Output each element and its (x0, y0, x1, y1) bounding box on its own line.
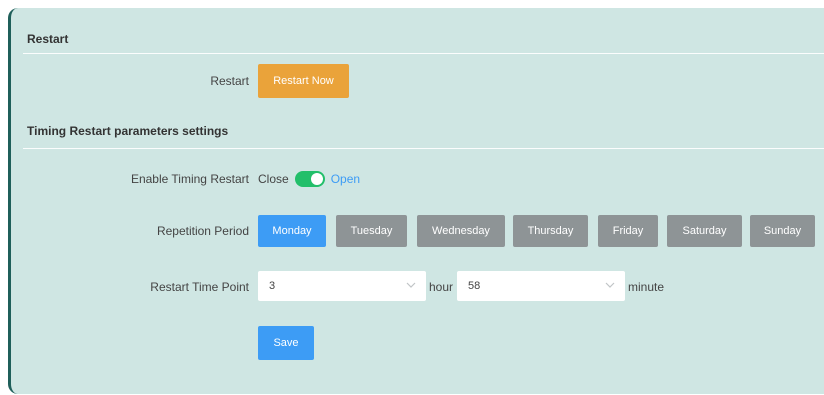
day-button-tuesday[interactable]: Tuesday (336, 215, 407, 247)
minute-unit-label: minute (628, 280, 665, 294)
timing-section-title: Timing Restart parameters settings (27, 124, 229, 138)
enable-timing-switch[interactable] (294, 171, 325, 187)
hour-select[interactable]: 3 (258, 271, 426, 301)
day-button-sunday[interactable]: Sunday (750, 215, 815, 247)
enable-timing-label: Enable Timing Restart (130, 172, 249, 186)
restart-label: Restart (210, 74, 249, 88)
minute-select[interactable]: 58 (457, 271, 625, 301)
toggle-open-text[interactable]: Open (331, 172, 360, 186)
toggle-close-text[interactable]: Close (258, 172, 289, 186)
chevron-down-icon (406, 282, 416, 288)
hour-unit-label: hour (429, 280, 454, 294)
restart-now-button[interactable]: Restart Now (258, 64, 349, 98)
day-button-monday[interactable]: Monday (258, 215, 326, 247)
page: Restart Restart Restart Now Timing Resta… (0, 0, 824, 395)
restart-time-point-label: Restart Time Point (150, 280, 249, 294)
day-button-wednesday[interactable]: Wednesday (417, 215, 505, 247)
minute-select-value: 58 (468, 280, 481, 292)
enable-timing-toggle-group: Close Open (258, 171, 360, 187)
switch-knob (310, 173, 323, 185)
settings-panel: Restart Restart Restart Now Timing Resta… (8, 8, 824, 394)
divider (23, 148, 824, 149)
divider (23, 53, 824, 54)
day-button-thursday[interactable]: Thursday (513, 215, 588, 247)
restart-section-title: Restart (27, 32, 69, 46)
chevron-down-icon (605, 282, 615, 288)
repetition-period-label: Repetition Period (156, 224, 249, 238)
hour-select-value: 3 (269, 280, 276, 292)
day-button-saturday[interactable]: Saturday (667, 215, 742, 247)
save-button[interactable]: Save (258, 326, 314, 360)
day-button-friday[interactable]: Friday (598, 215, 658, 247)
